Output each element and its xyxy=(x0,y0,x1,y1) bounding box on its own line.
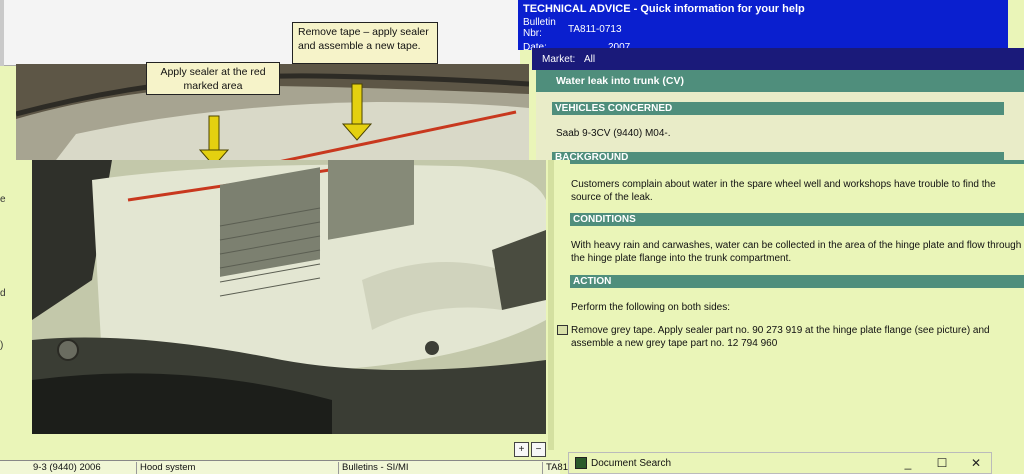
action-intro: Perform the following on both sides: xyxy=(571,302,730,313)
margin-char: ) xyxy=(0,340,4,351)
bulletin-number: TA811-0713 xyxy=(568,24,622,35)
bulletin-label: Bulletin Nbr: xyxy=(523,17,556,39)
section-bar-edge xyxy=(570,160,1024,164)
section-background-heading: BACKGROUND xyxy=(552,152,1004,160)
window-edge xyxy=(0,0,4,66)
action-step-text: Remove grey tape. Apply sealer part no. … xyxy=(571,325,990,349)
section-vehicles-heading: VEHICLES CONCERNED xyxy=(552,102,1004,115)
conditions-text: With heavy rain and carwashes, water can… xyxy=(571,240,1022,264)
document-search-icon xyxy=(575,457,587,469)
minimize-button[interactable]: _ xyxy=(899,456,917,470)
zoom-out-button[interactable]: − xyxy=(531,442,546,457)
margin-char: e xyxy=(0,194,6,205)
document-search-title: Document Search xyxy=(591,458,672,469)
screen: Apply sealer at the red marked area Remo… xyxy=(0,0,1024,474)
technical-advice-header: TECHNICAL ADVICE - Quick information for… xyxy=(518,0,1008,53)
document-panel-upper: Water leak into trunk (CV) VEHICLES CONC… xyxy=(536,70,1024,160)
section-conditions-heading: CONDITIONS xyxy=(570,213,1024,226)
status-group: Hood system xyxy=(136,462,195,474)
zoom-in-button[interactable]: + xyxy=(514,442,529,457)
maximize-button[interactable]: ☐ xyxy=(933,456,951,470)
status-doc: TA81 xyxy=(542,462,568,474)
zoom-in-icon: + xyxy=(518,444,525,455)
action-step-icon xyxy=(557,325,568,335)
status-model: 9-3 (9440) 2006 xyxy=(33,462,101,473)
zoom-out-icon: − xyxy=(535,444,542,455)
trunk-photo-lower-drawing xyxy=(32,160,546,434)
callout-apply-sealer: Apply sealer at the red marked area xyxy=(146,62,280,95)
status-bar: 9-3 (9440) 2006 Hood system Bulletins - … xyxy=(0,460,568,474)
market-bar: Market: All xyxy=(532,48,1024,70)
header-title: TECHNICAL ADVICE - Quick information for… xyxy=(523,3,805,15)
callout-remove-tape: Remove tape – apply sealer and assemble … xyxy=(292,22,438,64)
background-text: Customers complain about water in the sp… xyxy=(571,179,996,203)
close-button[interactable]: ✕ xyxy=(967,456,985,470)
left-side-panel: e d ) xyxy=(0,160,32,460)
section-action-heading: ACTION xyxy=(570,275,1024,288)
status-source: Bulletins - SI/MI xyxy=(338,462,409,474)
zoom-controls: + − xyxy=(32,434,548,460)
picture-window-top xyxy=(0,0,520,66)
trunk-photo-lower xyxy=(32,160,546,434)
margin-char: d xyxy=(0,288,6,299)
document-panel-lower: Customers complain about water in the sp… xyxy=(548,160,1024,450)
vehicles-text: Saab 9-3CV (9440) M04-. xyxy=(556,128,671,139)
document-search-window[interactable]: Document Search _ ☐ ✕ xyxy=(568,452,992,474)
market-label: Market: xyxy=(542,54,576,65)
document-title: Water leak into trunk (CV) xyxy=(536,70,1024,92)
market-value: All xyxy=(584,54,596,65)
